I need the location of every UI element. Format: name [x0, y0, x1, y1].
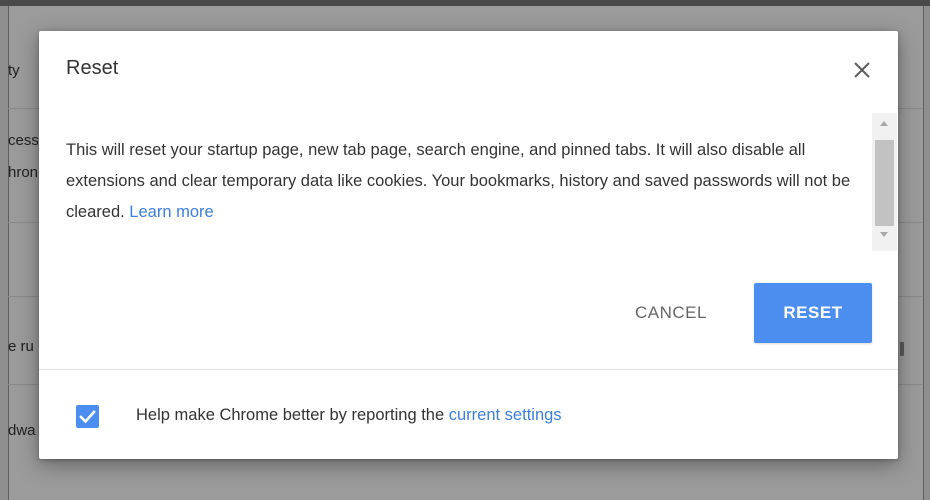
footer-label: Help make Chrome better by reporting the — [136, 406, 445, 424]
bg-row-text: dwa — [8, 422, 36, 439]
bg-row-text: hron — [8, 164, 38, 181]
current-settings-link[interactable]: current settings — [449, 406, 562, 424]
report-settings-checkbox[interactable] — [76, 405, 99, 428]
learn-more-link[interactable]: Learn more — [129, 203, 213, 221]
reset-dialog: Reset This will reset your startup page,… — [39, 31, 898, 459]
bg-row-text: ty — [8, 62, 20, 79]
bg-chevron-icon — [900, 342, 904, 356]
reset-button[interactable]: RESET — [754, 283, 872, 343]
close-button[interactable] — [847, 55, 877, 85]
footer-divider — [39, 369, 898, 370]
scroll-thumb[interactable] — [875, 140, 894, 226]
cancel-button[interactable]: CANCEL — [607, 283, 735, 343]
bg-row-text: e ru — [8, 338, 34, 355]
checkmark-icon — [79, 410, 96, 424]
scrollbar[interactable] — [872, 113, 897, 251]
close-icon — [854, 62, 870, 78]
scroll-up-icon[interactable] — [880, 121, 888, 126]
scroll-down-icon[interactable] — [880, 232, 888, 237]
bg-row-text: cess — [8, 132, 38, 149]
dialog-body: This will reset your startup page, new t… — [66, 135, 866, 228]
footer-text: Help make Chrome better by reporting the… — [136, 406, 562, 425]
dialog-title: Reset — [66, 57, 119, 79]
